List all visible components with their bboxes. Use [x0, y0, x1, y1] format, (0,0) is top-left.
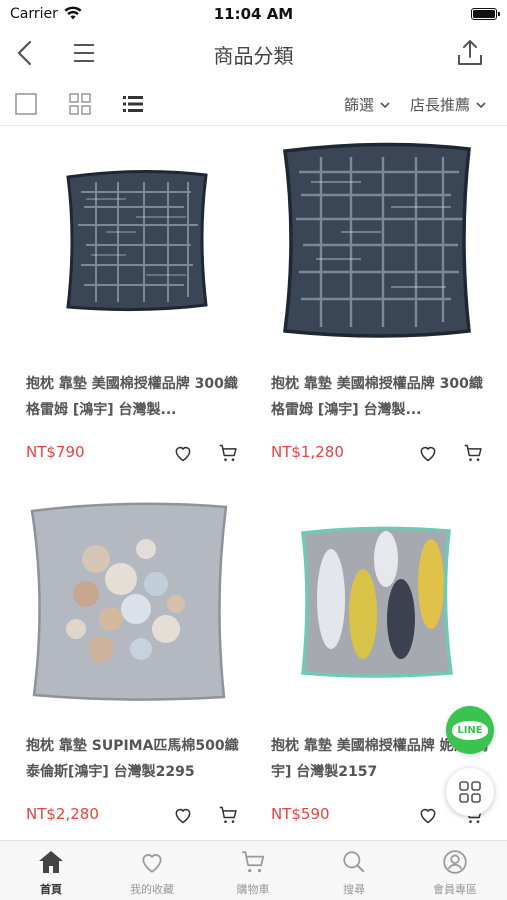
tab-label: 我的收藏 [130, 883, 174, 896]
product-image[interactable] [26, 127, 256, 353]
heart-icon[interactable] [173, 805, 193, 825]
tab-label: 搜尋 [343, 883, 365, 896]
status-bar: Carrier 11:04 AM [0, 0, 507, 28]
heart-icon [142, 854, 162, 873]
search-icon [343, 851, 365, 873]
product-name[interactable]: 抱枕 靠墊 SUPIMA匹馬棉500織 泰倫斯[鴻宇] 台灣製2295 [26, 733, 246, 785]
filter-label: 篩選 [344, 96, 375, 114]
heart-icon[interactable] [418, 443, 438, 463]
product-price: NT$590 [271, 805, 330, 823]
product-image[interactable] [271, 489, 501, 715]
tab-label: 會員專區 [433, 883, 477, 896]
product-price: NT$2,280 [26, 805, 99, 823]
add-to-cart-icon[interactable] [218, 805, 238, 825]
product-name[interactable]: 抱枕 靠墊 美國棉授權品牌 300織 格雷姆 [鴻宇] 台灣製... [26, 371, 246, 423]
tab-search[interactable]: 搜尋 [304, 847, 404, 899]
grid-view-icon[interactable] [68, 92, 92, 116]
line-label: LINE [452, 720, 488, 740]
view-toolbar: 篩選 店長推薦 [0, 82, 507, 126]
battery-icon [471, 8, 500, 20]
product-image[interactable] [26, 489, 256, 715]
sort-label: 店長推薦 [410, 96, 471, 114]
navigation-bar: 商品分類 [0, 28, 507, 78]
chevron-down-icon [380, 101, 390, 108]
tab-label: 首頁 [40, 883, 62, 896]
product-image[interactable] [271, 127, 501, 353]
heart-icon[interactable] [418, 805, 438, 825]
chevron-down-icon [476, 101, 486, 108]
home-icon [39, 851, 63, 873]
product-price: NT$1,280 [271, 443, 344, 461]
grid-icon [459, 781, 481, 803]
user-icon [443, 850, 467, 874]
sort-dropdown[interactable]: 店長推薦 [410, 94, 486, 115]
tab-member[interactable]: 會員專區 [405, 847, 505, 899]
page-title: 商品分類 [213, 44, 294, 68]
tab-home[interactable]: 首頁 [1, 847, 101, 899]
line-chat-button[interactable]: LINE [446, 706, 494, 754]
filter-dropdown[interactable]: 篩選 [344, 94, 390, 115]
share-icon[interactable] [457, 38, 483, 66]
add-to-cart-icon[interactable] [218, 443, 238, 463]
heart-icon[interactable] [173, 443, 193, 463]
bottom-tab-bar: 首頁 我的收藏 購物車 搜尋 會員專區 [0, 840, 507, 900]
product-price: NT$790 [26, 443, 85, 461]
list-view-icon[interactable] [121, 92, 145, 116]
single-view-icon[interactable] [14, 92, 38, 116]
cart-icon [242, 851, 265, 873]
product-name[interactable]: 抱枕 靠墊 美國棉授權品牌 300織 格雷姆 [鴻宇] 台灣製... [271, 371, 491, 423]
tab-favorites[interactable]: 我的收藏 [102, 847, 202, 899]
tab-label: 購物車 [236, 883, 270, 896]
product-grid: 抱枕 靠墊 美國棉授權品牌 300織 格雷姆 [鴻宇] 台灣製... NT$79… [0, 127, 507, 840]
category-grid-button[interactable] [446, 768, 494, 816]
add-to-cart-icon[interactable] [463, 443, 483, 463]
clock: 11:04 AM [213, 5, 294, 23]
tab-cart[interactable]: 購物車 [203, 847, 303, 899]
